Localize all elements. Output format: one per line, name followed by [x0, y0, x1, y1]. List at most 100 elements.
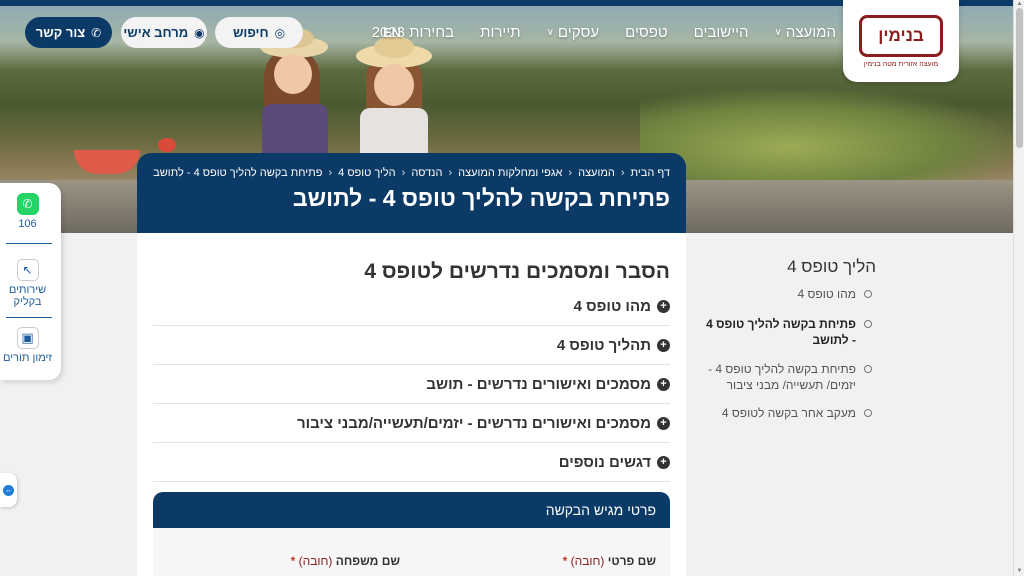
breadcrumb-separator-icon: ‹ — [620, 167, 625, 179]
side-nav-item[interactable]: מהו טופס 4 — [702, 286, 872, 302]
side-nav-label: פתיחת בקשה להליך טופס 4 - לתושב — [706, 317, 856, 347]
appointments-link[interactable]: ▣ זימון תורים — [0, 327, 55, 364]
nav-label: היישובים — [693, 24, 749, 41]
logo-mark: בנימין — [859, 14, 943, 57]
teamviewer-button[interactable]: ↔ — [0, 473, 17, 507]
breadcrumb-council[interactable]: המועצה — [578, 167, 615, 179]
plus-circle-icon: + — [657, 338, 670, 352]
divider — [6, 317, 52, 318]
accordion-label: דגשים נוספים — [558, 453, 651, 471]
required-text: (חובה) — [570, 554, 605, 568]
page-title: פתיחת בקשה להליך טופס 4 - לתושב — [292, 185, 670, 211]
first-name-text: שם פרטי — [607, 554, 656, 568]
site-logo[interactable]: בנימין מועצה אזורית מטה בנימין — [843, 0, 959, 82]
accordion-label: מסמכים ואישורים נדרשים - יזמים/תעשייה/מב… — [296, 414, 651, 432]
scroll-up-icon[interactable]: ▲ — [1016, 1, 1023, 7]
accordion-item[interactable]: + מסמכים ואישורים נדרשים - יזמים/תעשייה/מ… — [153, 404, 670, 443]
breadcrumb-form4[interactable]: הליך טופס 4 — [338, 167, 396, 179]
main-nav: המועצה ∨ היישובים טפסים עסקים ∨ תיירות בחי… — [346, 24, 836, 41]
breadcrumb-separator-icon: ‹ — [328, 167, 333, 179]
whatsapp-label: 106 — [18, 218, 37, 230]
nav-label: תיירות — [480, 24, 521, 41]
logo-text: בנימין — [878, 25, 924, 45]
accordion-label: מסמכים ואישורים נדרשים - תושב — [426, 375, 651, 393]
nav-item-forms[interactable]: טפסים — [625, 24, 668, 41]
side-nav-item[interactable]: פתיחת בקשה להליך טופס 4 - יזמים/ תעשייה/… — [702, 361, 872, 393]
search-label: חיפוש — [232, 25, 269, 40]
breadcrumb: דף הבית ‹ המועצה ‹ אגפי ומחלקות המועצה ‹ הנ… — [153, 167, 670, 179]
nav-item-business[interactable]: עסקים ∨ — [547, 24, 600, 41]
teamviewer-icon: ↔ — [3, 484, 14, 496]
services-label-line-2: בקליק — [13, 296, 42, 308]
first-name-label: שם פרטי (חובה) * — [563, 554, 656, 568]
phone-icon: ✆ — [91, 25, 102, 40]
search-button[interactable]: חיפוש ◎ — [215, 17, 303, 48]
nav-item-council[interactable]: המועצה ∨ — [775, 24, 836, 41]
nav-item-settlements[interactable]: היישובים — [694, 24, 749, 41]
user-icon: ◉ — [194, 25, 205, 40]
click-icon: ↖ — [16, 259, 39, 281]
breadcrumb-engineering[interactable]: הנדסה — [411, 167, 442, 179]
whatsapp-icon: ✆ — [16, 193, 39, 215]
quick-actions-panel: ✆ 106 ↖ שירותים בקליק ▣ זימון תורים — [0, 183, 61, 380]
scroll-down-icon[interactable]: ▼ — [1016, 568, 1023, 574]
personal-area-label: מרחב אישי — [123, 25, 189, 40]
accordion-item[interactable]: + מהו טופס 4 — [153, 287, 670, 326]
circle-bullet-icon — [864, 365, 872, 373]
side-nav-label: פתיחת בקשה להליך טופס 4 - יזמים/ תעשייה/… — [708, 362, 856, 392]
child-figure-right — [356, 36, 432, 156]
nav-label: המועצה — [785, 24, 836, 41]
section-title: הסבר ומסמכים נדרשים לטופס 4 — [364, 260, 670, 283]
breadcrumb-current: פתיחת בקשה להליך טופס 4 - לתושב — [153, 167, 323, 179]
breadcrumb-home[interactable]: דף הבית — [631, 167, 670, 179]
services-label: שירותים בקליק — [0, 284, 55, 308]
nav-label: טפסים — [625, 24, 668, 41]
plus-circle-icon: + — [657, 377, 670, 391]
nav-label: עסקים — [557, 24, 600, 41]
personal-area-button[interactable]: מרחב אישי ◉ — [121, 17, 207, 48]
services-link[interactable]: ↖ שירותים בקליק — [0, 259, 55, 308]
side-nav-item[interactable]: מעקב אחר בקשה לטופס 4 — [702, 405, 872, 421]
main-content: הסבר ומסמכים נדרשים לטופס 4 + מהו טופס 4 … — [137, 233, 686, 576]
circle-bullet-icon — [864, 409, 872, 417]
hero-vegetation — [640, 90, 1013, 185]
divider — [6, 243, 52, 244]
last-name-label: שם משפחה (חובה) * — [291, 554, 400, 568]
accordion-item[interactable]: + מסמכים ואישורים נדרשים - תושב — [153, 365, 670, 404]
nav-item-tourism[interactable]: תיירות — [480, 24, 520, 41]
plus-circle-icon: + — [657, 455, 670, 469]
scrollbar-thumb[interactable] — [1016, 8, 1023, 148]
form-section-body: שם פרטי (חובה) * שם משפחה (חובה) * — [153, 528, 670, 576]
plus-circle-icon: + — [657, 416, 670, 430]
contact-button[interactable]: צור קשר ✆ — [25, 17, 112, 48]
form-section-header: פרטי מגיש הבקשה — [153, 492, 670, 528]
accordion-item[interactable]: + תהליך טופס 4 — [153, 326, 670, 365]
required-text: (חובה) — [298, 554, 333, 568]
page-scrollbar[interactable]: ▲ ▼ — [1013, 0, 1024, 576]
side-nav-title: הליך טופס 4 — [787, 257, 876, 276]
breadcrumb-separator-icon: ‹ — [568, 167, 573, 179]
chevron-down-icon: ∨ — [546, 27, 554, 38]
watermelon-slice — [74, 150, 140, 174]
language-switch[interactable]: EN — [383, 25, 401, 40]
chevron-down-icon: ∨ — [774, 27, 782, 38]
page-header: דף הבית ‹ המועצה ‹ אגפי ומחלקות המועצה ‹ הנ… — [137, 153, 686, 233]
breadcrumb-separator-icon: ‹ — [448, 167, 453, 179]
watermelon-piece — [158, 138, 176, 152]
breadcrumb-departments[interactable]: אגפי ומחלקות המועצה — [458, 167, 562, 179]
required-star: * — [290, 554, 296, 568]
required-star: * — [562, 554, 568, 568]
accordion-item[interactable]: + דגשים נוספים — [153, 443, 670, 482]
calendar-icon: ▣ — [16, 327, 39, 349]
services-label-line-1: שירותים — [8, 284, 47, 296]
whatsapp-link[interactable]: ✆ 106 — [0, 193, 55, 230]
side-nav-label: מהו טופס 4 — [797, 287, 856, 301]
side-nav-label: מעקב אחר בקשה לטופס 4 — [721, 406, 856, 420]
accordion-label: תהליך טופס 4 — [556, 336, 651, 354]
side-nav-item-active[interactable]: פתיחת בקשה להליך טופס 4 - לתושב — [702, 316, 872, 348]
search-icon: ◎ — [274, 25, 286, 40]
appointments-label: זימון תורים — [3, 352, 52, 364]
logo-tagline: מועצה אזורית מטה בנימין — [863, 60, 939, 68]
child-figure-left — [258, 28, 330, 156]
contact-label: צור קשר — [35, 25, 86, 40]
